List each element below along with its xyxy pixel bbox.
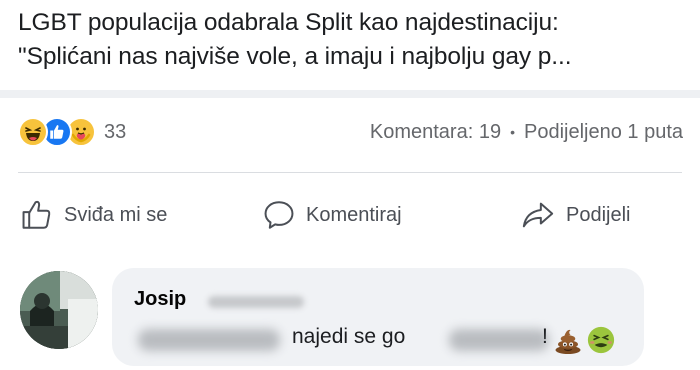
- comment-suffix: !: [542, 325, 548, 348]
- poop-emoji-icon: [555, 329, 581, 354]
- comments-count-link[interactable]: Komentara: 19: [370, 121, 501, 144]
- speech-bubble-icon: [264, 201, 294, 229]
- censored-text-blur: [449, 329, 549, 351]
- thumbs-up-icon: [22, 200, 51, 229]
- section-divider: [0, 90, 700, 98]
- share-arrow-icon: [522, 202, 554, 228]
- comment-item: Josip najedi se go !: [20, 268, 700, 370]
- comment-text: najedi se go: [292, 325, 406, 348]
- comment-label: Komentiraj: [306, 203, 402, 226]
- actions-divider: [18, 172, 682, 173]
- post-title-line-2[interactable]: "Splićani nas najviše vole, a imaju i na…: [18, 40, 688, 74]
- reactions-summary[interactable]: 33: [18, 117, 126, 147]
- engagement-counts: Komentara: 19 • Podijeljeno 1 puta: [370, 121, 683, 144]
- comment-button[interactable]: Komentiraj: [262, 198, 402, 232]
- avatar[interactable]: [20, 271, 98, 349]
- separator-dot: •: [510, 124, 515, 140]
- share-label: Podijeli: [566, 203, 631, 226]
- haha-icon: [18, 117, 48, 147]
- comment-bubble: Josip najedi se go !: [112, 268, 644, 366]
- shares-count-link[interactable]: Podijeljeno 1 puta: [524, 121, 683, 144]
- censored-text-blur: [138, 329, 280, 351]
- post-actions-bar: Sviđa mi se Komentiraj Podijeli: [0, 188, 700, 242]
- like-label: Sviđa mi se: [64, 203, 168, 226]
- reaction-count: 33: [104, 120, 127, 143]
- comment-author[interactable]: Josip: [134, 288, 186, 311]
- share-button[interactable]: Podijeli: [520, 198, 630, 232]
- post-stats-bar: 33 Komentara: 19 • Podijeljeno 1 puta: [18, 112, 683, 152]
- like-button[interactable]: Sviđa mi se: [20, 198, 167, 232]
- comment-body: najedi se go !: [134, 323, 634, 354]
- post-title[interactable]: LGBT populacija odabrala Split kao najde…: [18, 6, 688, 74]
- post-title-line-1[interactable]: LGBT populacija odabrala Split kao najde…: [18, 6, 688, 40]
- nauseated-face-icon: [587, 326, 615, 354]
- author-surname-blur: [208, 296, 304, 308]
